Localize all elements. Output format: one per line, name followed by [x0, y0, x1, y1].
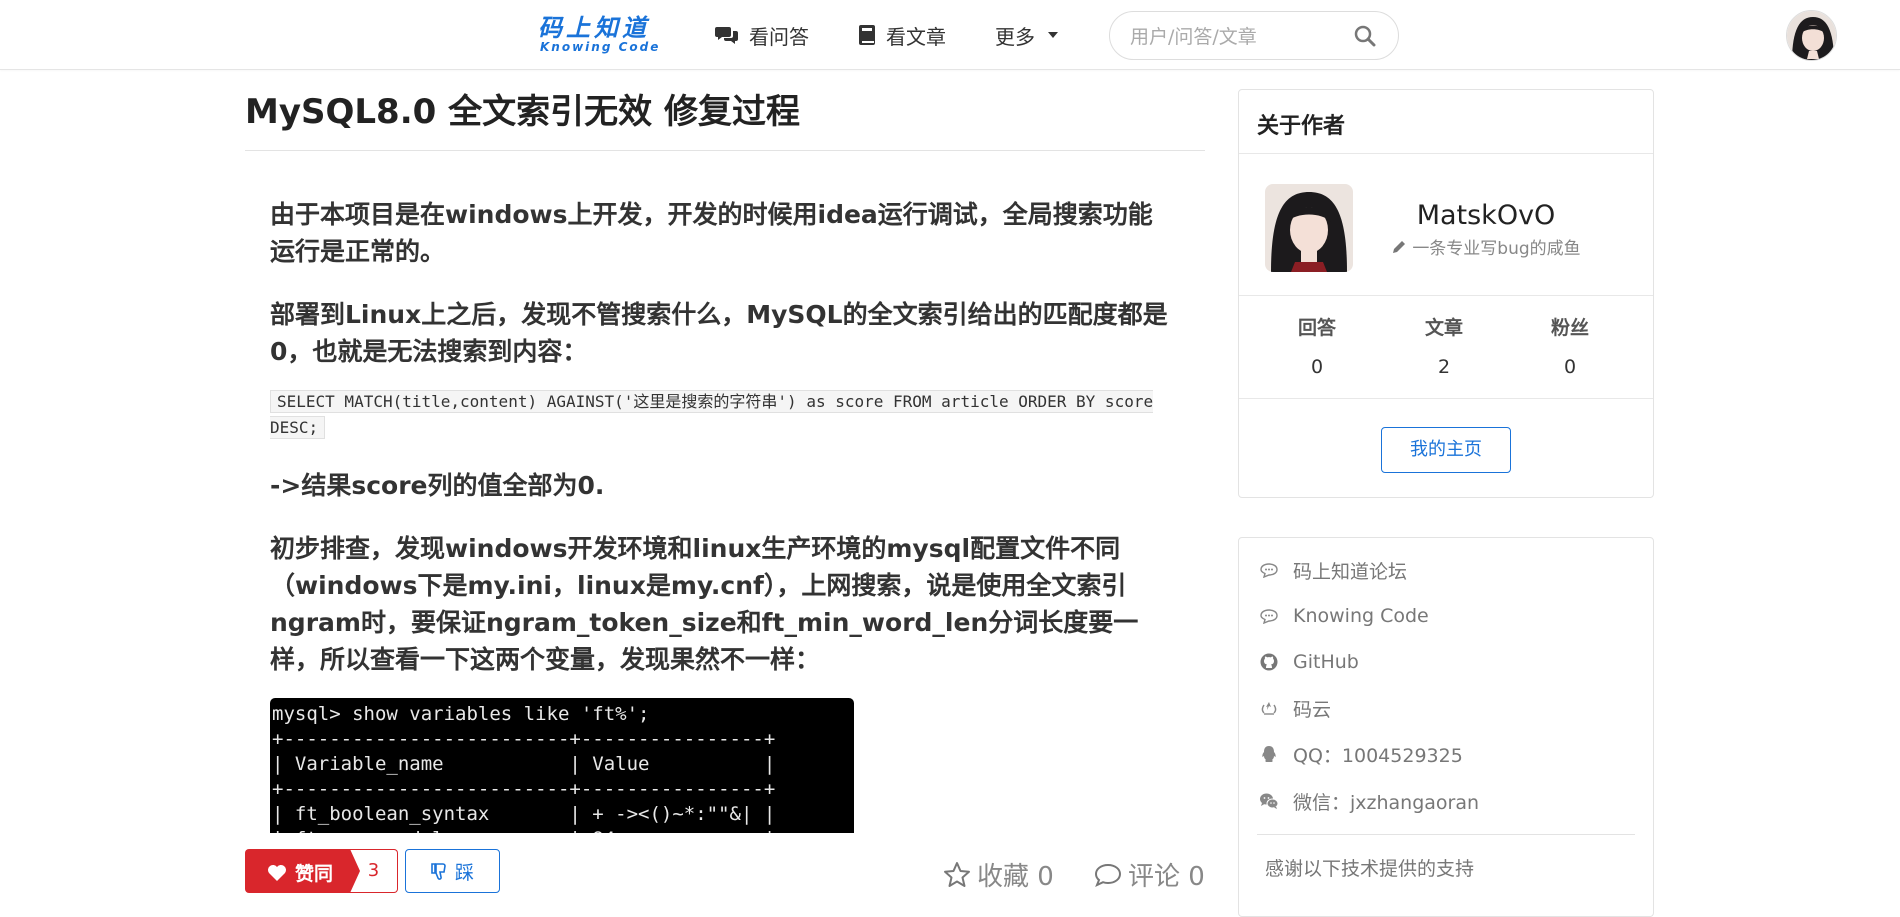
stat-label: 粉丝	[1550, 317, 1589, 339]
link-label: QQ：1004529325	[1293, 744, 1463, 767]
article-paragraph: 部署到Linux上之后，发现不管搜索什么，MySQL的全文索引给出的匹配度都是0…	[270, 300, 1168, 366]
author-card-header: 关于作者	[1239, 90, 1653, 154]
like-arrow	[350, 849, 360, 893]
search-box	[1109, 11, 1399, 60]
logo-cn-text: 码上知道	[538, 14, 650, 42]
author-card: 关于作者 MatskOvO 一条专业写bug的咸鱼 回答 0 文章 2 粉丝 0…	[1238, 89, 1654, 498]
dislike-button[interactable]: 踩	[405, 849, 500, 893]
divider	[1257, 834, 1635, 835]
author-avatar[interactable]	[1265, 184, 1353, 272]
divider	[1239, 295, 1653, 296]
comment-action[interactable]: 评论 0	[1094, 856, 1205, 893]
favorite-label: 收藏 0	[977, 862, 1054, 892]
link-label: Knowing Code	[1293, 605, 1429, 627]
link-label: 码上知道论坛	[1293, 560, 1408, 583]
stat-value: 2	[1437, 356, 1451, 378]
article-title: MySQL8.0 全文索引无效 修复过程	[245, 92, 800, 132]
nav-questions-label: 看问答	[749, 24, 809, 49]
links-card: 码上知道论坛 Knowing Code GitHub 码云 QQ：1004529…	[1238, 537, 1654, 917]
forum-icon	[1259, 606, 1279, 626]
stat-articles[interactable]: 文章 2	[1384, 315, 1504, 379]
like-label: 赞同	[295, 863, 334, 885]
code-text: SELECT MATCH(title,content) AGAINST('这里是…	[270, 390, 1154, 439]
link-label: GitHub	[1293, 651, 1359, 673]
stat-fans[interactable]: 粉丝 0	[1510, 315, 1630, 379]
nav-questions[interactable]: 看问答	[715, 22, 809, 49]
caret-down-icon	[1048, 32, 1058, 38]
link-forum-cn[interactable]: 码上知道论坛	[1259, 557, 1407, 583]
search-icon[interactable]	[1354, 25, 1376, 47]
link-forum-en[interactable]: Knowing Code	[1259, 603, 1429, 629]
title-divider	[245, 150, 1205, 151]
divider	[1239, 398, 1653, 399]
author-signature: 一条专业写bug的咸鱼	[1379, 234, 1593, 259]
stat-value: 0	[1310, 356, 1324, 378]
dislike-label: 踩	[454, 861, 474, 884]
terminal-screenshot: mysql> show variables like 'ft%'; +-----…	[270, 698, 854, 833]
link-gitee[interactable]: 码云	[1259, 695, 1331, 721]
thumbs-down-icon	[431, 863, 446, 880]
author-signature-text: 一条专业写bug的咸鱼	[1412, 239, 1581, 259]
star-icon	[944, 861, 970, 887]
link-qq[interactable]: QQ：1004529325	[1259, 741, 1463, 767]
logo-en-text: Knowing Code	[540, 40, 661, 54]
wechat-icon	[1259, 791, 1279, 811]
avatar-image	[1787, 11, 1836, 60]
link-label: 微信：jxzhangaoran	[1293, 791, 1480, 814]
link-github[interactable]: GitHub	[1259, 649, 1359, 675]
nav-articles-label: 看文章	[886, 24, 946, 49]
my-homepage-button[interactable]: 我的主页	[1381, 427, 1511, 473]
top-navbar: 码上知道 Knowing Code 看问答 看文章 更多	[0, 0, 1900, 70]
nav-more-label: 更多	[995, 24, 1035, 49]
stat-answers[interactable]: 回答 0	[1257, 315, 1377, 379]
user-avatar[interactable]	[1786, 10, 1837, 61]
heart-icon	[268, 864, 286, 881]
nav-articles[interactable]: 看文章	[858, 22, 946, 49]
github-icon	[1259, 652, 1279, 672]
forum-icon	[1259, 560, 1279, 580]
gitee-icon	[1259, 698, 1279, 718]
article-paragraph: 由于本项目是在windows上开发，开发的时候用idea运行调试，全局搜索功能运…	[270, 200, 1153, 266]
qq-icon	[1259, 744, 1279, 764]
author-photo	[1265, 184, 1353, 272]
stat-value: 0	[1563, 356, 1577, 378]
stat-label: 文章	[1424, 317, 1463, 339]
pencil-icon	[1393, 240, 1406, 253]
favorite-action[interactable]: 收藏 0	[943, 856, 1054, 893]
comment-icon	[1094, 863, 1122, 887]
link-label: 码云	[1293, 698, 1332, 721]
book-icon	[859, 25, 875, 45]
author-name[interactable]: MatskOvO	[1379, 200, 1593, 231]
nav-more-dropdown[interactable]: 更多	[995, 22, 1069, 49]
article-paragraph: 初步排查，发现windows开发环境和linux生产环境的mysql配置文件不同…	[270, 534, 1139, 674]
comment-label: 评论 0	[1128, 862, 1205, 892]
comments-icon	[715, 27, 738, 44]
stat-label: 回答	[1297, 317, 1336, 339]
inline-code-block: SELECT MATCH(title,content) AGAINST('这里是…	[270, 389, 1177, 441]
link-wechat[interactable]: 微信：jxzhangaoran	[1259, 788, 1479, 814]
search-input[interactable]	[1130, 24, 1350, 49]
thanks-text: 感谢以下技术提供的支持	[1265, 858, 1475, 880]
site-logo[interactable]: 码上知道 Knowing Code	[538, 15, 664, 55]
article-paragraph: ->结果score列的值全部为0.	[270, 471, 605, 500]
author-card-title: 关于作者	[1257, 114, 1346, 139]
